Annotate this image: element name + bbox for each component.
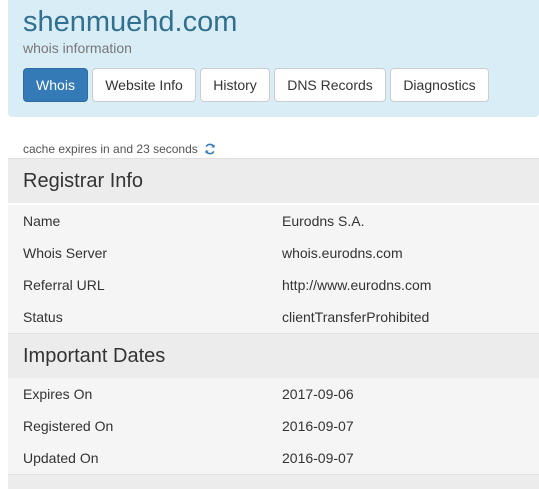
refresh-icon[interactable] xyxy=(204,143,216,159)
domain-title: shenmuehd.com xyxy=(23,6,238,38)
cache-status: cache expires in and 23 seconds xyxy=(23,141,216,159)
tab-website-info[interactable]: Website Info xyxy=(92,68,196,102)
row-label: Updated On xyxy=(23,450,99,466)
row-label: Referral URL xyxy=(23,277,105,293)
row-label: Whois Server xyxy=(23,245,108,261)
table-row: Expires On 2017-09-06 xyxy=(8,378,539,410)
section-important-dates: Important Dates xyxy=(8,333,539,378)
section-registrar-info: Registrar Info xyxy=(8,158,539,203)
tab-dns-records[interactable]: DNS Records xyxy=(274,68,386,102)
row-value: whois.eurodns.com xyxy=(282,245,403,261)
section-heading: Registrar Info xyxy=(23,170,144,192)
tab-history[interactable]: History xyxy=(200,68,270,102)
table-row: Registered On 2016-09-07 xyxy=(8,410,539,442)
table-row: Name Eurodns S.A. xyxy=(8,205,539,237)
row-value: 2017-09-06 xyxy=(282,386,354,402)
table-row: Referral URL http://www.eurodns.com xyxy=(8,269,539,301)
section-heading: Important Dates xyxy=(23,345,166,367)
table-row: Updated On 2016-09-07 xyxy=(8,442,539,474)
page-subtitle: whois information xyxy=(23,40,132,56)
row-label: Status xyxy=(23,309,63,325)
row-value: http://www.eurodns.com xyxy=(282,277,432,293)
row-value: 2016-09-07 xyxy=(282,418,354,434)
cache-text: cache expires in and 23 seconds xyxy=(23,142,198,156)
tab-whois[interactable]: Whois xyxy=(23,68,88,102)
row-label: Name xyxy=(23,213,61,229)
row-label: Registered On xyxy=(23,418,114,434)
section-divider xyxy=(8,474,539,489)
row-value: 2016-09-07 xyxy=(282,450,354,466)
header-panel: shenmuehd.com whois information Whois We… xyxy=(8,0,539,117)
row-value: Eurodns S.A. xyxy=(282,213,365,229)
table-row: Whois Server whois.eurodns.com xyxy=(8,237,539,269)
row-label: Expires On xyxy=(23,386,93,402)
row-value: clientTransferProhibited xyxy=(282,309,430,325)
table-row: Status clientTransferProhibited xyxy=(8,301,539,333)
tab-diagnostics[interactable]: Diagnostics xyxy=(390,68,489,102)
